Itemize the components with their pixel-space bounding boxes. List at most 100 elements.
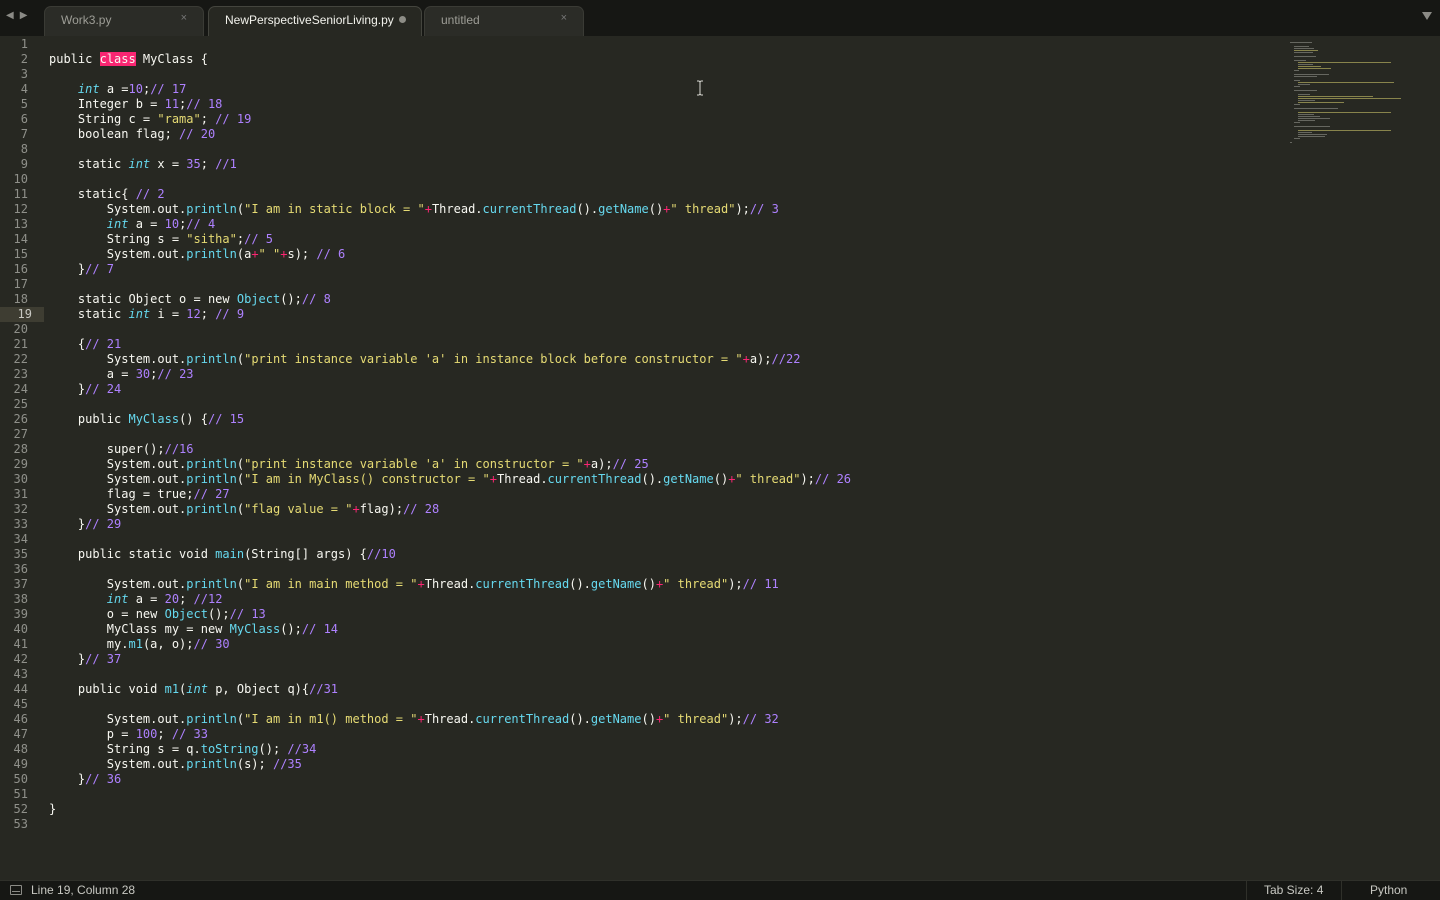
code-line[interactable] bbox=[49, 172, 1269, 187]
tab-newperspectiveseniorliving[interactable]: NewPerspectiveSeniorLiving.py bbox=[208, 6, 422, 36]
tab-untitled[interactable]: untitled × bbox=[424, 6, 584, 36]
minimap-line bbox=[1294, 138, 1300, 139]
code-line[interactable] bbox=[49, 37, 1269, 52]
minimap-line bbox=[1294, 74, 1329, 75]
code-line[interactable]: public class MyClass { bbox=[49, 52, 1269, 67]
code-line[interactable] bbox=[49, 817, 1269, 832]
code-line[interactable]: System.out.println("I am in main method … bbox=[49, 577, 1269, 592]
code-line[interactable] bbox=[49, 427, 1269, 442]
code-line[interactable]: MyClass my = new MyClass();// 14 bbox=[49, 622, 1269, 637]
line-number: 12 bbox=[13, 202, 28, 216]
code-line[interactable]: System.out.println("I am in MyClass() co… bbox=[49, 472, 1269, 487]
code-line[interactable] bbox=[49, 322, 1269, 337]
minimap-line bbox=[1298, 112, 1391, 113]
code-line[interactable]: super();//16 bbox=[49, 442, 1269, 457]
code-line[interactable]: System.out.println("print instance varia… bbox=[49, 352, 1269, 367]
syntax-selector[interactable]: Python bbox=[1341, 881, 1440, 900]
code-line[interactable]: static int x = 35; //1 bbox=[49, 157, 1269, 172]
close-icon[interactable]: × bbox=[181, 12, 187, 24]
minimap-line bbox=[1298, 62, 1391, 63]
line-number: 48 bbox=[13, 742, 28, 756]
line-number: 26 bbox=[13, 412, 28, 426]
code-line[interactable] bbox=[49, 142, 1269, 157]
line-number: 11 bbox=[13, 187, 28, 201]
code-line[interactable]: public void m1(int p, Object q){//31 bbox=[49, 682, 1269, 697]
tab-work3[interactable]: Work3.py × bbox=[44, 6, 204, 36]
code-line[interactable]: String s = "sitha";// 5 bbox=[49, 232, 1269, 247]
code-line[interactable]: System.out.println("flag value = "+flag)… bbox=[49, 502, 1269, 517]
code-line[interactable]: o = new Object();// 13 bbox=[49, 607, 1269, 622]
minimap-line bbox=[1298, 82, 1394, 83]
code-line[interactable]: System.out.println(s); //35 bbox=[49, 757, 1269, 772]
minimap-line bbox=[1298, 130, 1391, 131]
code-line[interactable]: int a = 20; //12 bbox=[49, 592, 1269, 607]
minimap-line bbox=[1294, 46, 1309, 47]
line-number: 17 bbox=[13, 277, 28, 291]
minimap-line bbox=[1298, 102, 1344, 103]
code-line[interactable] bbox=[49, 397, 1269, 412]
minimap-line bbox=[1294, 48, 1314, 49]
code-line[interactable]: public MyClass() {// 15 bbox=[49, 412, 1269, 427]
code-line[interactable]: static Object o = new Object();// 8 bbox=[49, 292, 1269, 307]
code-line[interactable] bbox=[49, 277, 1269, 292]
code-line[interactable]: int a =10;// 17 bbox=[49, 82, 1269, 97]
forward-arrow-icon[interactable]: ▶ bbox=[20, 10, 28, 21]
panel-toggle-icon[interactable] bbox=[10, 885, 22, 895]
code-line[interactable]: public static void main(String[] args) {… bbox=[49, 547, 1269, 562]
code-line[interactable]: a = 30;// 23 bbox=[49, 367, 1269, 382]
minimap-line bbox=[1294, 56, 1316, 57]
code-area[interactable]: public class MyClass { int a =10;// 17 I… bbox=[49, 36, 1269, 832]
line-number: 14 bbox=[13, 232, 28, 246]
code-line[interactable] bbox=[49, 67, 1269, 82]
minimap[interactable] bbox=[1288, 38, 1401, 148]
line-number: 18 bbox=[13, 292, 28, 306]
code-line[interactable]: } bbox=[49, 802, 1269, 817]
code-line[interactable]: System.out.println("I am in static block… bbox=[49, 202, 1269, 217]
code-line[interactable]: }// 36 bbox=[49, 772, 1269, 787]
code-line[interactable]: Integer b = 11;// 18 bbox=[49, 97, 1269, 112]
minimap-line bbox=[1290, 42, 1312, 43]
line-number-gutter: 1 2 3 4 5 6 7 8 9 10 11 12 13 14 15 16 17 18 19 20 21 22 23 24 2… bbox=[0, 36, 44, 832]
code-line[interactable]: int a = 10;// 4 bbox=[49, 217, 1269, 232]
line-number: 47 bbox=[13, 727, 28, 741]
code-line[interactable]: }// 7 bbox=[49, 262, 1269, 277]
code-line[interactable] bbox=[49, 667, 1269, 682]
code-line[interactable]: boolean flag; // 20 bbox=[49, 127, 1269, 142]
minimap-line bbox=[1298, 94, 1310, 95]
code-line[interactable]: my.m1(a, o);// 30 bbox=[49, 637, 1269, 652]
minimap-line bbox=[1298, 118, 1330, 119]
line-number: 49 bbox=[13, 757, 28, 771]
minimap-line bbox=[1298, 100, 1315, 101]
line-number: 33 bbox=[13, 517, 28, 531]
code-line[interactable] bbox=[49, 787, 1269, 802]
code-line[interactable]: }// 37 bbox=[49, 652, 1269, 667]
code-line[interactable]: {// 21 bbox=[49, 337, 1269, 352]
line-number: 23 bbox=[13, 367, 28, 381]
minimap-line bbox=[1298, 120, 1315, 121]
code-editor[interactable]: 1 2 3 4 5 6 7 8 9 10 11 12 13 14 15 16 17 18 19 20 21 22 23 24 2… bbox=[0, 36, 1440, 880]
code-line[interactable]: System.out.println("print instance varia… bbox=[49, 457, 1269, 472]
code-line[interactable]: static int i = 12; // 9 bbox=[49, 307, 1269, 322]
code-line[interactable]: p = 100; // 33 bbox=[49, 727, 1269, 742]
line-number: 25 bbox=[13, 397, 28, 411]
unsaved-dot-icon[interactable] bbox=[399, 16, 406, 23]
line-number: 2 bbox=[20, 52, 28, 66]
line-number: 1 bbox=[20, 37, 28, 51]
code-line[interactable] bbox=[49, 697, 1269, 712]
minimap-line bbox=[1294, 80, 1300, 81]
code-line[interactable]: }// 29 bbox=[49, 517, 1269, 532]
back-arrow-icon[interactable]: ◀ bbox=[6, 10, 14, 21]
code-line[interactable]: }// 24 bbox=[49, 382, 1269, 397]
code-line[interactable]: String s = q.toString(); //34 bbox=[49, 742, 1269, 757]
close-icon[interactable]: × bbox=[561, 12, 567, 24]
dropdown-arrow-icon[interactable] bbox=[1422, 12, 1432, 20]
code-line[interactable]: static{ // 2 bbox=[49, 187, 1269, 202]
tab-size-selector[interactable]: Tab Size: 4 bbox=[1246, 881, 1344, 900]
code-line[interactable] bbox=[49, 562, 1269, 577]
code-line[interactable]: System.out.println(a+" "+s); // 6 bbox=[49, 247, 1269, 262]
code-line[interactable]: flag = true;// 27 bbox=[49, 487, 1269, 502]
code-line[interactable]: String c = "rama"; // 19 bbox=[49, 112, 1269, 127]
code-line[interactable] bbox=[49, 532, 1269, 547]
code-line[interactable]: System.out.println("I am in m1() method … bbox=[49, 712, 1269, 727]
line-number: 30 bbox=[13, 472, 28, 486]
